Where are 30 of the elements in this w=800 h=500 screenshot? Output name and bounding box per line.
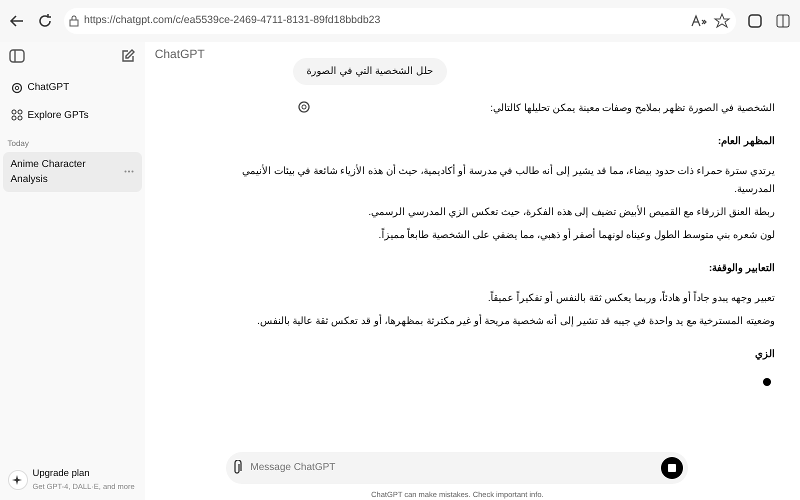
paragraph: ربطة العنق الزرقاء مع القميص الأبيض تضيف إلى هذه الفكرة، حيث تعكس الزي المدرسي الرسمي.: [368, 204, 775, 220]
sidebar-item[interactable]: Explore GPTs: [2, 102, 142, 128]
paragraph: لون شعره بني متوسط الطول وعيناه لونهما أصفر أو ذهبي، مما يضفي على الشخصية طابعاً مميزاً.: [378, 227, 775, 245]
section-heading: المظهر العام:: [718, 135, 775, 149]
sidebar-toggle-icon[interactable]: [8, 47, 26, 65]
user-message: حلل الشخصية التي في الصورة: [292, 58, 447, 85]
star-icon[interactable]: [713, 12, 731, 30]
section-heading: Today: [6, 138, 30, 150]
sparkle-icon: [8, 470, 28, 490]
grid-icon: [10, 109, 22, 121]
address-bar[interactable]: https://chatgpt.com/c/ea5539ce-2469-4711-8131-89fd18bbdb23: [64, 8, 736, 34]
extensions-icon[interactable]: [746, 12, 764, 30]
sidebar-item[interactable]: ChatGPT: [2, 75, 142, 100]
section-heading: الزي: [755, 348, 775, 362]
chat-history-item[interactable]: Anime Character Analysis: [2, 152, 142, 192]
message-composer[interactable]: Message ChatGPT: [226, 452, 688, 484]
paragraph: وضعيته المسترخية مع يد واحدة في جيبه قد تشير إلى أنه شخصية مريحة أو غير مكترثة بمظهرها، أو قد تعكس ثقة عالية بالنفس.: [257, 313, 775, 331]
message-input[interactable]: Message ChatGPT: [248, 459, 656, 476]
lock-icon: [69, 15, 79, 27]
stop-button[interactable]: [661, 456, 684, 479]
paragraph: يرتدي سترة حمراء ذات حدود بيضاء، مما قد يشير إلى أنه طالب في مدرسة أو أكاديمية، حيث أن هذه الأزياء شائعة في بيئات الأنيمي المدرسية.: [232, 163, 775, 199]
paragraph: الشخصية في الصورة تظهر بملامح وصفات معينة يمكن تحليلها كالتالي:: [490, 102, 775, 116]
typing-cursor: [763, 378, 771, 386]
url-text: https://chatgpt.com/c/ea5539ce-2469-4711-8131-89fd18bbdb23: [84, 13, 382, 28]
split-view-icon[interactable]: [774, 12, 792, 30]
model-title[interactable]: ChatGPT: [144, 42, 800, 58]
assistant-logo-icon: [296, 100, 311, 114]
logo-icon: [10, 82, 22, 94]
paragraph: تعبير وجهه يبدو جاداً أو هادئاً، وربما يعكس ثقة بالنفس أو تفكيراً عميقاً.: [488, 290, 775, 308]
section-heading: التعابير والوقفة:: [708, 262, 775, 276]
